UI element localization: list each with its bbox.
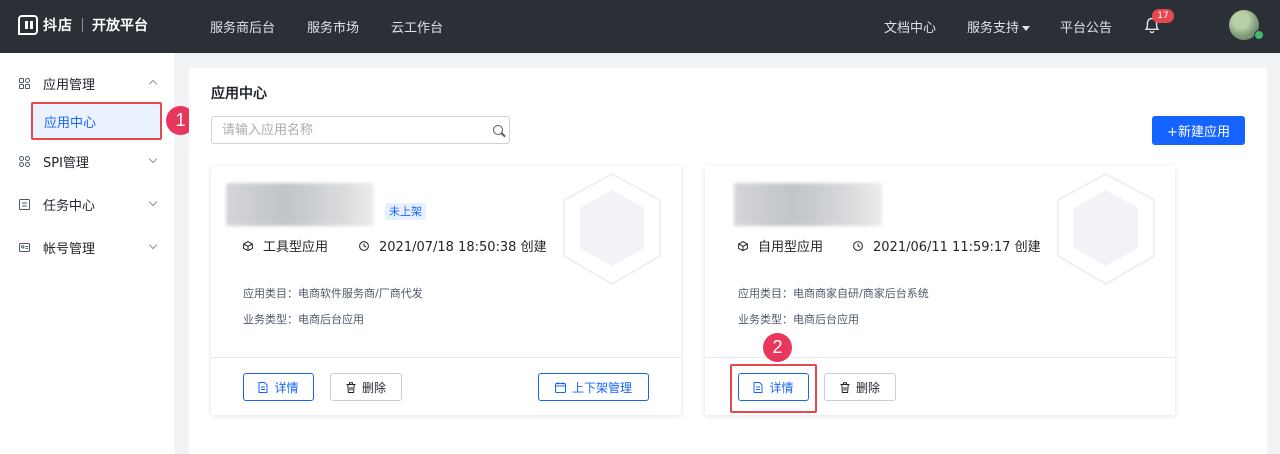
chevron-down-icon — [148, 197, 158, 207]
docs-link[interactable]: 文档中心 — [884, 17, 936, 36]
app-grid-icon — [19, 77, 30, 89]
document-icon — [258, 381, 268, 393]
sidebar-group-label: 应用管理 — [43, 77, 96, 93]
brand-name: 抖店 — [43, 18, 73, 34]
trash-icon — [346, 381, 356, 393]
app-icon-and-name-redacted — [734, 183, 882, 226]
nav-service-market[interactable]: 服务市场 — [307, 17, 359, 36]
listing-management-button[interactable]: 上下架管理 — [538, 373, 649, 401]
sidebar-group-label: SPI管理 — [43, 155, 89, 171]
created-time: 2021/06/11 11:59:17 创建 — [853, 236, 1041, 255]
app-type: 自用型应用 — [738, 236, 823, 255]
sidebar-group-spi-management[interactable]: SPI管理 — [0, 141, 174, 181]
chevron-up-icon — [148, 79, 158, 89]
details-button-label: 详情 — [274, 380, 299, 395]
sidebar-group-account-management[interactable]: 帐号管理 — [0, 227, 174, 267]
chevron-down-icon — [148, 154, 158, 164]
calendar-icon — [554, 381, 566, 393]
account-icon — [19, 242, 30, 252]
highlight-box-details — [730, 364, 817, 413]
notification-badge: 17 — [1152, 9, 1174, 23]
business-type: 业务类型：电商后台应用 — [243, 313, 364, 326]
created-time: 2021/07/18 18:50:38 创建 — [359, 236, 547, 255]
card-divider — [211, 357, 681, 358]
clock-icon — [359, 240, 369, 251]
cube-icon — [738, 240, 748, 251]
app-category: 应用类目：电商软件服务商/厂商代发 — [243, 287, 423, 300]
sidebar-group-label: 帐号管理 — [43, 241, 96, 257]
trash-icon — [840, 381, 850, 393]
delete-button-label: 删除 — [855, 380, 880, 395]
support-menu-label: 服务支持 — [967, 21, 1020, 36]
online-status-icon — [1254, 30, 1264, 40]
details-button[interactable]: 详情 — [243, 373, 314, 401]
announcements-link[interactable]: 平台公告 — [1060, 17, 1112, 36]
main-nav: 服务商后台 服务市场 云工作台 — [210, 0, 443, 53]
search-box[interactable] — [211, 116, 510, 144]
nav-service-provider-backend[interactable]: 服务商后台 — [210, 17, 275, 36]
cube-icon — [243, 240, 253, 251]
created-time-label: 2021/07/18 18:50:38 创建 — [379, 240, 547, 255]
business-type: 业务类型：电商后台应用 — [738, 313, 859, 326]
task-icon — [19, 198, 30, 210]
sidebar-group-task-center[interactable]: 任务中心 — [0, 184, 174, 224]
created-time-label: 2021/06/11 11:59:17 创建 — [873, 240, 1041, 255]
logo-divider — [82, 18, 83, 32]
sidebar-group-app-management[interactable]: 应用管理 — [0, 63, 174, 103]
doudian-logo-icon — [18, 15, 38, 35]
new-app-button[interactable]: +新建应用 — [1152, 116, 1245, 145]
app-type-label: 工具型应用 — [263, 240, 329, 255]
hexagon-watermark-icon — [563, 172, 661, 286]
top-navigation-bar: 抖店 开放平台 服务商后台 服务市场 云工作台 文档中心 服务支持 平台公告 1… — [0, 0, 1280, 53]
nav-cloud-workbench[interactable]: 云工作台 — [391, 17, 443, 36]
app-type-label: 自用型应用 — [758, 240, 824, 255]
hexagon-watermark-icon — [1057, 172, 1155, 286]
app-category: 应用类目：电商商家自研/商家后台系统 — [738, 287, 929, 300]
step-marker-2: 2 — [763, 333, 792, 362]
clock-icon — [853, 240, 863, 251]
status-badge: 未上架 — [385, 203, 426, 220]
support-menu[interactable]: 服务支持 — [967, 17, 1031, 36]
chevron-down-icon — [148, 240, 158, 250]
page-title: 应用中心 — [211, 86, 267, 102]
delete-button-label: 删除 — [361, 380, 386, 395]
app-type: 工具型应用 — [243, 236, 328, 255]
app-icon-and-name-redacted — [226, 183, 374, 226]
delete-button[interactable]: 删除 — [824, 373, 896, 401]
spi-icon — [19, 155, 30, 167]
platform-logo[interactable]: 抖店 开放平台 — [18, 15, 148, 35]
app-card: 未上架 工具型应用 2021/07/18 18:50:38 创建 应用类目：电商… — [211, 166, 681, 415]
delete-button[interactable]: 删除 — [330, 373, 402, 401]
brand-subtitle: 开放平台 — [92, 18, 148, 34]
listing-management-label: 上下架管理 — [571, 380, 632, 395]
caret-down-icon — [1022, 26, 1031, 31]
sidebar-group-label: 任务中心 — [43, 198, 96, 214]
search-input[interactable] — [212, 117, 472, 143]
highlight-box-app-center — [31, 102, 162, 140]
search-icon[interactable] — [493, 125, 503, 135]
